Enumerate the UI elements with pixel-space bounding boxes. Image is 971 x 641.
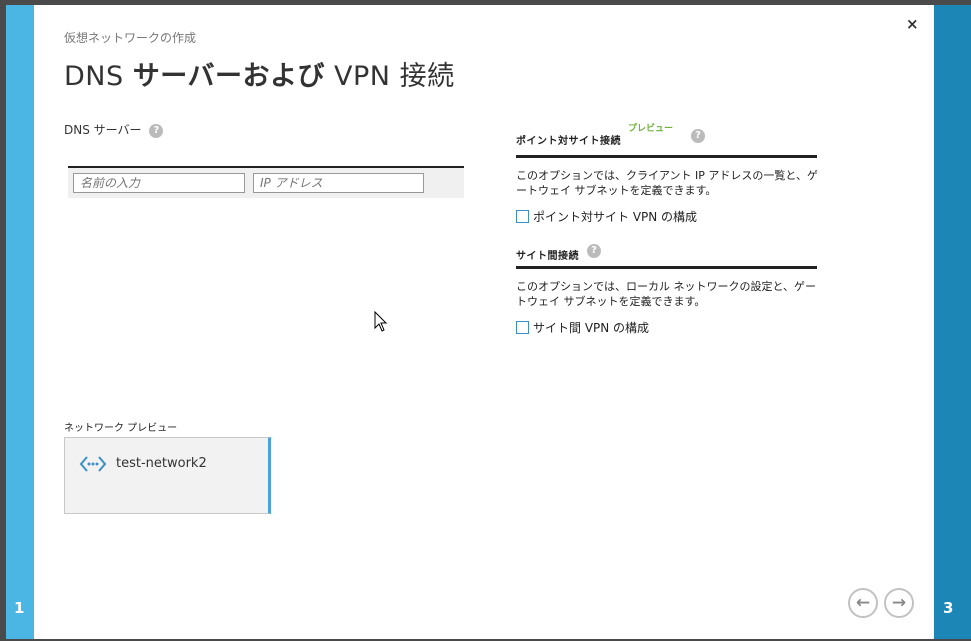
point-to-site-option[interactable]: ポイント対サイト VPN の構成 bbox=[516, 208, 697, 225]
page-title-prefix: DNS bbox=[64, 61, 133, 92]
network-icon bbox=[79, 456, 107, 472]
site-to-site-checkbox-label[interactable]: サイト間 VPN の構成 bbox=[533, 319, 649, 336]
mouse-cursor-icon bbox=[374, 311, 388, 332]
site-to-site-description: このオプションでは、ローカル ネットワークの設定と、ゲートウェイ サブネットを定… bbox=[516, 280, 817, 308]
vnet-wizard-dialog: × 仮想ネットワークの作成 DNS サーバーおよび VPN 接続 DNS サーバ… bbox=[34, 5, 934, 639]
dns-ip-input[interactable] bbox=[253, 173, 424, 193]
network-preview-label: ネットワーク プレビュー bbox=[64, 423, 178, 434]
back-button[interactable]: ← bbox=[848, 588, 878, 618]
point-to-site-help-icon[interactable]: ? bbox=[691, 129, 705, 143]
arrow-right-icon: → bbox=[891, 593, 907, 613]
arrow-left-icon: ← bbox=[855, 593, 871, 613]
dns-server-label: DNS サーバー ? bbox=[64, 121, 164, 138]
wizard-step-panel-left: 1 bbox=[6, 5, 34, 639]
close-button[interactable]: × bbox=[906, 15, 919, 33]
site-to-site-title: サイト間接続 bbox=[516, 251, 579, 262]
network-preview-card: test-network2 bbox=[64, 437, 271, 514]
dns-server-table bbox=[68, 166, 464, 198]
site-to-site-option[interactable]: サイト間 VPN の構成 bbox=[516, 319, 649, 336]
point-to-site-description: このオプションでは、クライアント IP アドレスの一覧と、ゲートウェイ サブネッ… bbox=[516, 169, 818, 197]
point-to-site-title: ポイント対サイト接続 bbox=[516, 136, 621, 147]
dns-server-label-text: DNS サーバー bbox=[64, 123, 142, 137]
point-to-site-divider bbox=[516, 155, 817, 158]
point-to-site-checkbox-label[interactable]: ポイント対サイト VPN の構成 bbox=[533, 208, 697, 225]
dns-help-icon[interactable]: ? bbox=[149, 123, 164, 138]
breadcrumb: 仮想ネットワークの作成 bbox=[64, 31, 197, 45]
site-to-site-help-icon[interactable]: ? bbox=[587, 244, 601, 258]
page-title-bold: サーバーおよび bbox=[132, 61, 325, 92]
site-to-site-divider bbox=[516, 266, 817, 269]
wizard-step-panel-right: 3 bbox=[934, 5, 971, 639]
site-to-site-checkbox[interactable] bbox=[516, 321, 529, 334]
network-name: test-network2 bbox=[116, 456, 207, 471]
step-number-total: 3 bbox=[943, 599, 954, 617]
page-title-suffix: VPN 接続 bbox=[324, 61, 455, 92]
dns-name-input[interactable] bbox=[73, 173, 245, 193]
preview-badge: プレビュー bbox=[628, 124, 674, 134]
next-button[interactable]: → bbox=[884, 588, 914, 618]
step-number-current: 1 bbox=[14, 599, 25, 617]
page-title: DNS サーバーおよび VPN 接続 bbox=[64, 54, 455, 93]
point-to-site-checkbox[interactable] bbox=[516, 210, 529, 223]
